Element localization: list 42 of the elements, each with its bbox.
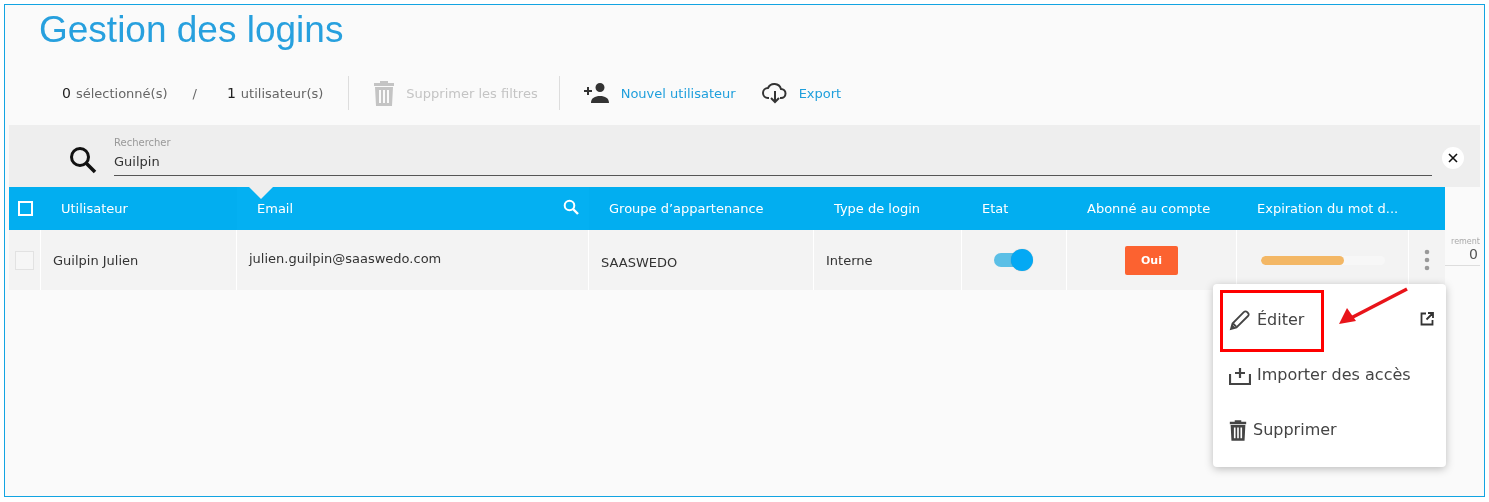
- search-bar[interactable]: Rechercher Guilpin: [9, 125, 1480, 187]
- trash-icon: [1229, 418, 1247, 441]
- trash-icon: [373, 80, 396, 106]
- add-user-icon: [583, 83, 610, 103]
- select-all-checkbox[interactable]: [17, 201, 33, 216]
- user-count: 1: [226, 85, 236, 101]
- column-header[interactable]: Expiration du mot d...: [1237, 187, 1409, 230]
- column-header[interactable]: Groupe d’appartenance: [589, 187, 814, 230]
- pencil-icon: [1229, 308, 1251, 331]
- table-cell: julien.guilpin@saaswedo.com: [249, 250, 442, 266]
- close-button[interactable]: [1442, 147, 1464, 169]
- edit-menu-item[interactable]: Éditer: [1213, 299, 1305, 340]
- add-user-button[interactable]: Nouvel utilisateur: [573, 83, 746, 103]
- column-pointer: [249, 187, 273, 199]
- column-header[interactable]: Abonné au compte: [1067, 187, 1237, 230]
- panel-value: 0: [1469, 246, 1478, 262]
- page-title: Gestion des logins: [38, 8, 345, 52]
- more-icon[interactable]: [1424, 249, 1430, 271]
- table-cell: Guilpin Julien: [53, 252, 139, 268]
- search-icon[interactable]: [563, 199, 579, 215]
- export-button[interactable]: Export: [751, 82, 852, 104]
- status-badge: Oui: [1125, 245, 1178, 275]
- selected-label: sélectionné(s): [75, 86, 168, 101]
- import-menu-item[interactable]: Importer des accès: [1213, 354, 1411, 395]
- search-field[interactable]: Guilpin: [114, 147, 1432, 176]
- external-link-icon[interactable]: [1420, 312, 1434, 326]
- count-separator: /: [192, 86, 197, 101]
- search-label: Rechercher: [114, 136, 171, 148]
- user-label: utilisateur(s): [240, 86, 324, 101]
- delete-menu-item[interactable]: Supprimer: [1213, 409, 1337, 450]
- annotation-arrow: [1337, 287, 1409, 327]
- cloud-download-icon: [761, 82, 788, 104]
- column-header[interactable]: Type de login: [814, 187, 962, 230]
- selected-count: 0: [62, 85, 71, 101]
- column-header[interactable]: Utilisateur: [41, 187, 237, 230]
- table-cell: SAASWEDO: [601, 255, 678, 270]
- close-icon[interactable]: [1448, 153, 1458, 163]
- search-icon: [68, 145, 98, 175]
- toggle-switch[interactable]: [993, 248, 1035, 272]
- column-header[interactable]: Etat: [962, 187, 1067, 230]
- table-cell: Interne: [826, 252, 873, 268]
- panel-label: rement: [1451, 237, 1480, 246]
